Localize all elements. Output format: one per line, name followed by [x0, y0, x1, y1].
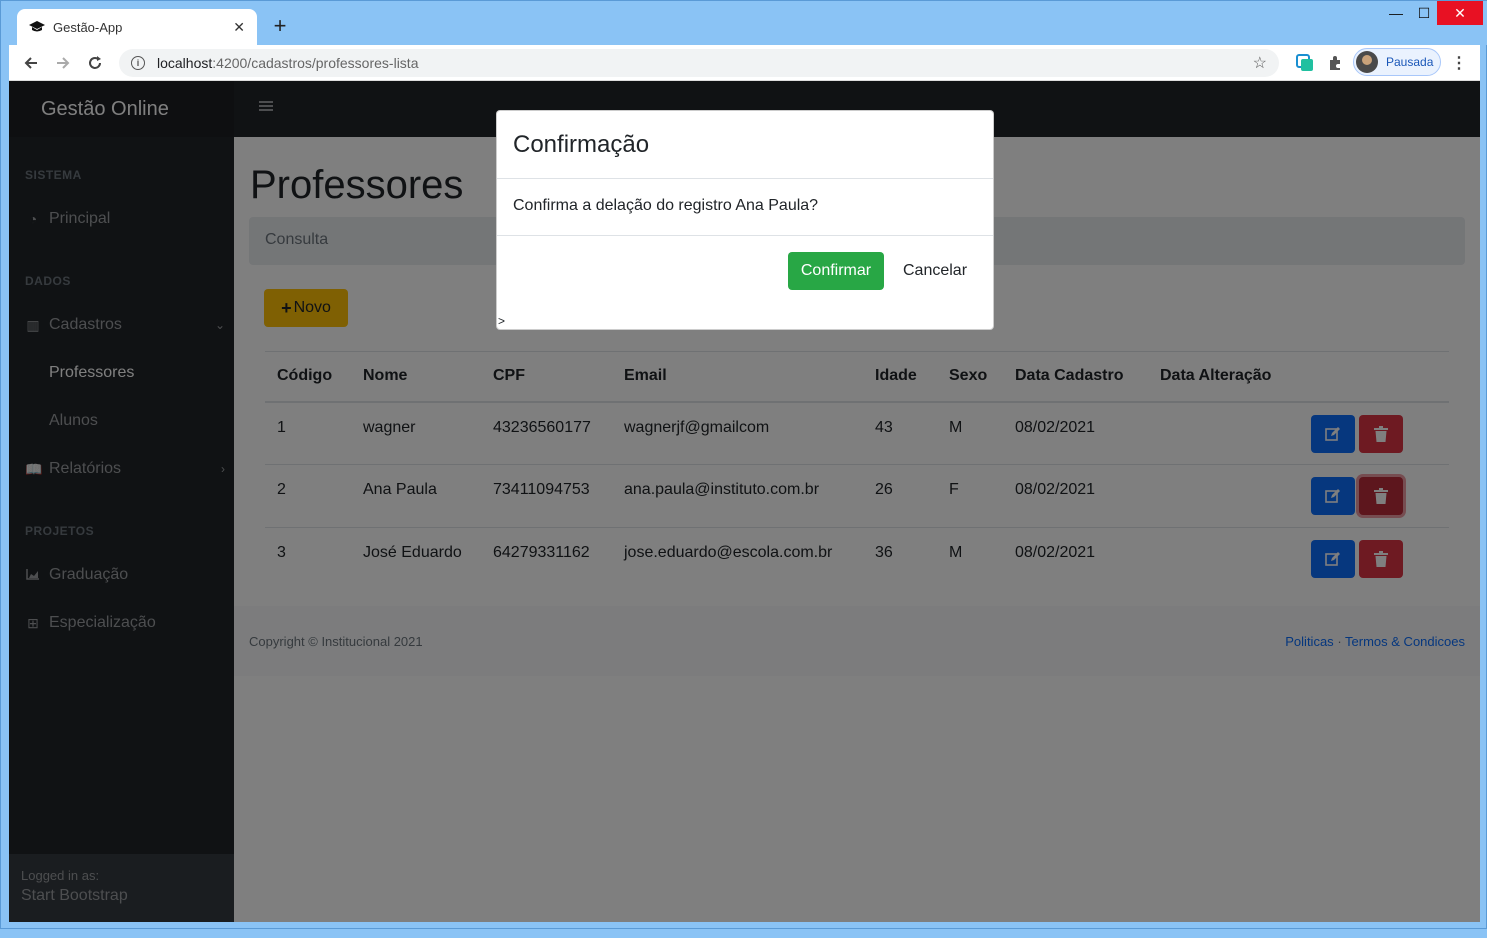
address-bar[interactable]: i localhost:4200/cadastros/professores-l…	[119, 49, 1279, 77]
reload-icon[interactable]	[83, 51, 107, 75]
confirm-dialog: Confirmação Confirma a delação do regist…	[496, 110, 994, 330]
new-tab-button[interactable]: +	[269, 13, 291, 39]
minimize-button[interactable]: —	[1381, 1, 1411, 25]
extension-icon[interactable]	[1295, 53, 1315, 73]
graduation-cap-icon	[29, 19, 45, 35]
dialog-title: Confirmação	[497, 111, 993, 179]
close-window-button[interactable]: ✕	[1437, 1, 1483, 25]
browser-window: Gestão-App ✕ + — ☐ ✕ i localhost:4200/ca…	[0, 0, 1487, 929]
puzzle-icon[interactable]	[1325, 53, 1345, 73]
avatar	[1356, 51, 1378, 73]
tab-strip: Gestão-App ✕ + — ☐ ✕	[1, 1, 1487, 45]
maximize-button[interactable]: ☐	[1409, 1, 1439, 25]
url-text: localhost:4200/cadastros/professores-lis…	[157, 55, 419, 71]
browser-tab[interactable]: Gestão-App ✕	[17, 9, 257, 45]
cancel-button[interactable]: Cancelar	[892, 252, 978, 290]
dialog-message: Confirma a delação do registro Ana Paula…	[497, 179, 993, 236]
site-info-icon[interactable]: i	[131, 56, 145, 70]
profile-button[interactable]: Pausada	[1353, 48, 1441, 76]
bookmark-star-icon[interactable]: ☆	[1253, 53, 1267, 73]
tab-title: Gestão-App	[53, 19, 123, 35]
stray-text: >	[498, 314, 506, 328]
back-icon[interactable]	[19, 51, 43, 75]
browser-toolbar: i localhost:4200/cadastros/professores-l…	[9, 45, 1480, 81]
profile-label: Pausada	[1386, 55, 1434, 69]
confirm-button[interactable]: Confirmar	[788, 252, 884, 290]
tab-close-icon[interactable]: ✕	[233, 19, 245, 36]
dialog-footer: Confirmar Cancelar	[497, 236, 993, 306]
forward-icon[interactable]	[51, 51, 75, 75]
menu-kebab-icon[interactable]: ⋮	[1451, 53, 1467, 73]
